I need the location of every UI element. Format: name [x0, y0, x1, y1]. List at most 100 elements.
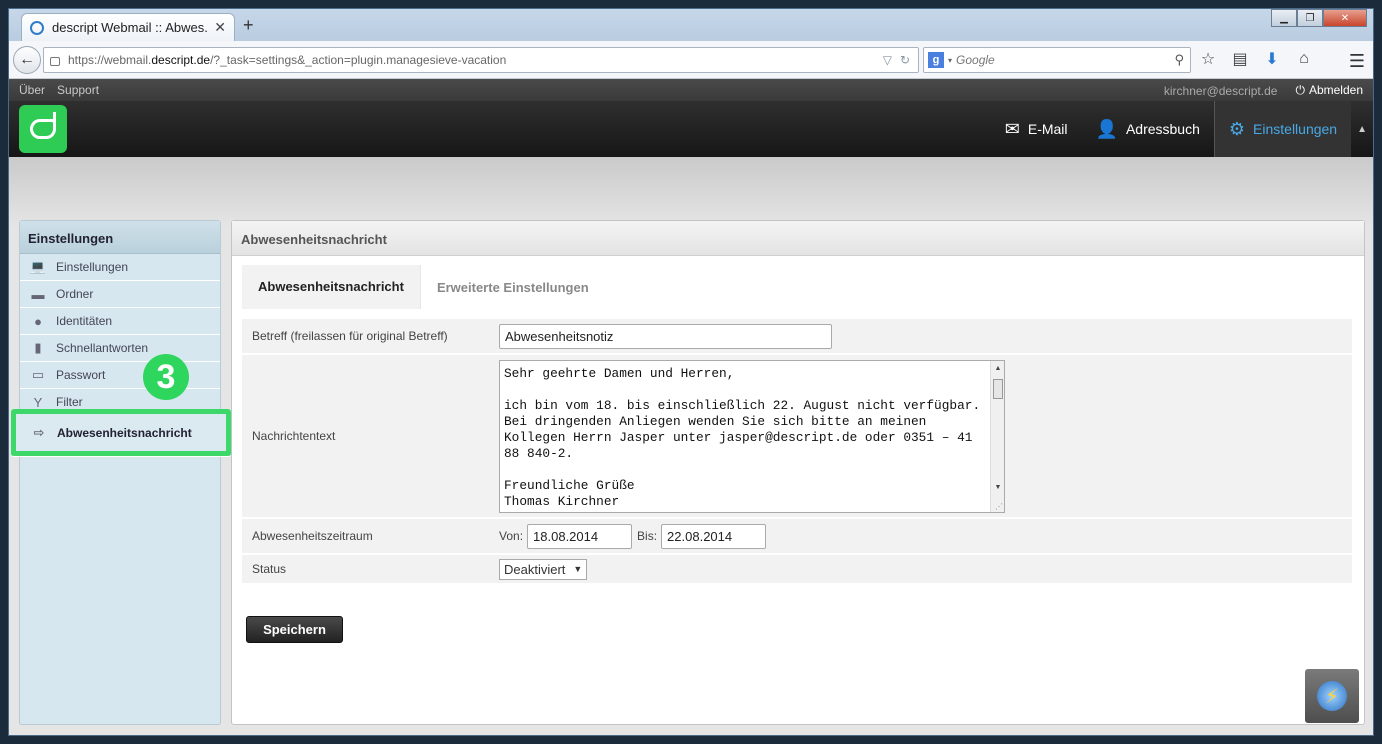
chevron-down-icon: ▼: [573, 564, 583, 574]
bookmark-star-icon[interactable]: ☆: [1199, 50, 1217, 68]
search-bar[interactable]: g ▾ Google ⚲: [923, 47, 1191, 73]
minimize-icon[interactable]: ▁: [1271, 9, 1297, 27]
message-scrollbar[interactable]: ▲ ▼ ⋰: [990, 360, 1005, 512]
menu-icon[interactable]: ☰: [1349, 51, 1365, 72]
scroll-up-icon[interactable]: ▲: [991, 363, 1005, 375]
lightning-icon: ⚡: [1317, 681, 1347, 711]
laptop-icon: 💻: [29, 259, 47, 274]
from-date-input[interactable]: [527, 523, 633, 549]
settings-sidebar: Einstellungen 💻 Einstellungen ▬ Ordner ●…: [11, 220, 231, 725]
search-input[interactable]: Google: [956, 53, 1174, 67]
content-tabs: Abwesenheitsnachricht Erweiterte Einstel…: [242, 265, 605, 309]
save-button[interactable]: Speichern: [246, 616, 343, 643]
logo[interactable]: [19, 105, 67, 153]
sidebar-item-passwort[interactable]: ▭ Passwort: [20, 362, 220, 389]
sidebar-item-label: Filter: [56, 395, 83, 409]
user-email: kirchner@descript.de: [1163, 83, 1278, 98]
app-navigation: ✉ E-Mail 👤 Adressbuch ⚙ Einstellungen ▲: [991, 101, 1373, 157]
support-link[interactable]: Support: [57, 83, 99, 97]
tab-title: descript Webmail :: Abwes...: [52, 20, 209, 35]
sidebar-item-abwesenheitsnachricht[interactable]: ⇨ Abwesenheitsnachricht: [11, 409, 231, 457]
sidebar-item-label: Ordner: [56, 287, 94, 301]
window-controls: ▁ ❐ ✕: [1271, 9, 1367, 27]
sidebar-item-ordner[interactable]: ▬ Ordner: [20, 281, 220, 308]
collapse-caret-icon[interactable]: ▲: [1351, 101, 1373, 157]
sidebar-item-label: Passwort: [56, 368, 106, 382]
browser-window: descript Webmail :: Abwes... ✕ + ▁ ❐ ✕ ←…: [8, 8, 1374, 736]
message-text: Sehr geehrte Damen und Herren, ich bin v…: [504, 365, 981, 509]
content-panel: Abwesenheitsnachricht Abwesenheitsnachri…: [231, 220, 1365, 725]
sidebar-item-label: Schnellantworten: [56, 341, 149, 355]
sidebar-item-label: Einstellungen: [56, 260, 129, 274]
logout-button[interactable]: ⏻ Abmelden: [1295, 83, 1363, 98]
status-select-value: Deaktiviert: [504, 561, 566, 577]
status-select[interactable]: Deaktiviert ▼: [499, 558, 588, 580]
out-of-office-icon: ⇨: [33, 424, 45, 440]
extension-button[interactable]: ⚡: [1305, 669, 1359, 723]
url-domain: descript.de: [151, 53, 211, 67]
browser-tab[interactable]: descript Webmail :: Abwes... ✕: [21, 13, 235, 41]
window-close-icon[interactable]: ✕: [1323, 9, 1367, 27]
to-date-input[interactable]: [661, 523, 767, 549]
taskbar: [0, 736, 1382, 744]
download-icon[interactable]: ⬇: [1263, 50, 1281, 68]
home-icon[interactable]: ⌂: [1295, 50, 1313, 68]
tab-abwesenheitsnachricht[interactable]: Abwesenheitsnachricht: [242, 265, 420, 309]
scroll-down-icon[interactable]: ▼: [991, 482, 1005, 494]
password-icon: ▭: [31, 367, 45, 382]
top-bar: Über Support kirchner@descript.de ⏻ Abmel…: [9, 79, 1373, 101]
scroll-thumb[interactable]: [993, 378, 1003, 399]
message-label: Nachrichtentext: [252, 429, 336, 443]
gear-icon: ⚙: [1228, 118, 1246, 139]
message-row: Nachrichtentext Sehr geehrte Damen und H…: [242, 355, 1352, 517]
back-button[interactable]: ←: [13, 46, 41, 74]
maximize-icon[interactable]: ❐: [1297, 9, 1323, 27]
nav-email-label: E-Mail: [1027, 121, 1068, 137]
url-prefix: https://webmail.: [68, 53, 152, 67]
to-label: Bis:: [637, 529, 658, 543]
nav-addressbook[interactable]: 👤 Adressbuch: [1082, 101, 1214, 157]
from-label: Von:: [499, 529, 524, 543]
nav-email[interactable]: ✉ E-Mail: [991, 101, 1082, 157]
sidebar-item-label: Abwesenheitsnachricht: [57, 425, 192, 440]
search-icon[interactable]: ⚲: [1174, 52, 1184, 68]
filter-icon: Y: [33, 394, 43, 410]
folder-icon: ▬: [31, 286, 45, 302]
person-icon: 👤: [1095, 118, 1118, 139]
logout-label: Abmelden: [1308, 83, 1363, 97]
sidebar-item-einstellungen[interactable]: 💻 Einstellungen: [20, 254, 220, 281]
search-engine-caret-icon[interactable]: ▾: [948, 56, 952, 65]
navigation-bar: ← https://webmail.descript.de/?_task=set…: [9, 41, 1373, 79]
bookmarks-list-icon[interactable]: ▤: [1231, 50, 1249, 68]
about-link[interactable]: Über: [19, 83, 45, 97]
tab-erweiterte-einstellungen[interactable]: Erweiterte Einstellungen: [419, 265, 605, 309]
status-row: Status Deaktiviert ▼: [242, 555, 1352, 583]
app-header: ✉ E-Mail 👤 Adressbuch ⚙ Einstellungen ▲: [9, 101, 1373, 157]
reload-icon[interactable]: ↻: [900, 53, 910, 67]
url-text: https://webmail.descript.de/?_task=setti…: [68, 53, 883, 67]
favicon-icon: [30, 20, 44, 35]
url-bar[interactable]: https://webmail.descript.de/?_task=setti…: [43, 47, 919, 73]
sidebar-title: Einstellungen: [20, 221, 220, 254]
sidebar-item-selected-box: ⇨ Abwesenheitsnachricht: [16, 414, 226, 451]
subject-label: Betreff (freilassen für original Betreff…: [252, 329, 448, 343]
nav-settings[interactable]: ⚙ Einstellungen: [1213, 101, 1352, 157]
sidebar-item-identitaeten[interactable]: ● Identitäten: [20, 308, 220, 335]
resize-grip-icon[interactable]: ⋰: [995, 502, 1003, 511]
tab-close-icon[interactable]: ✕: [214, 19, 226, 36]
period-label: Abwesenheitszeitraum: [252, 529, 373, 543]
step-badge: 3: [143, 354, 189, 400]
toolbar-icons: ☆ ▤ ⬇ ⌂: [1199, 50, 1313, 68]
dropdown-arrow-icon[interactable]: ▽: [883, 53, 892, 67]
subject-input[interactable]: [499, 323, 832, 349]
lock-icon: [50, 57, 60, 66]
google-icon[interactable]: g: [928, 52, 944, 68]
new-tab-button[interactable]: +: [243, 15, 254, 36]
subject-row: Betreff (freilassen für original Betreff…: [242, 319, 1352, 353]
power-icon: ⏻: [1295, 83, 1305, 97]
message-textarea[interactable]: Sehr geehrte Damen und Herren, ich bin v…: [499, 359, 1005, 513]
back-arrow-icon: ←: [19, 51, 35, 68]
sidebar-item-schnellantworten[interactable]: ▮ Schnellantworten: [20, 335, 220, 362]
document-icon: ▮: [34, 340, 42, 355]
sidebar-item-label: Identitäten: [56, 314, 113, 328]
